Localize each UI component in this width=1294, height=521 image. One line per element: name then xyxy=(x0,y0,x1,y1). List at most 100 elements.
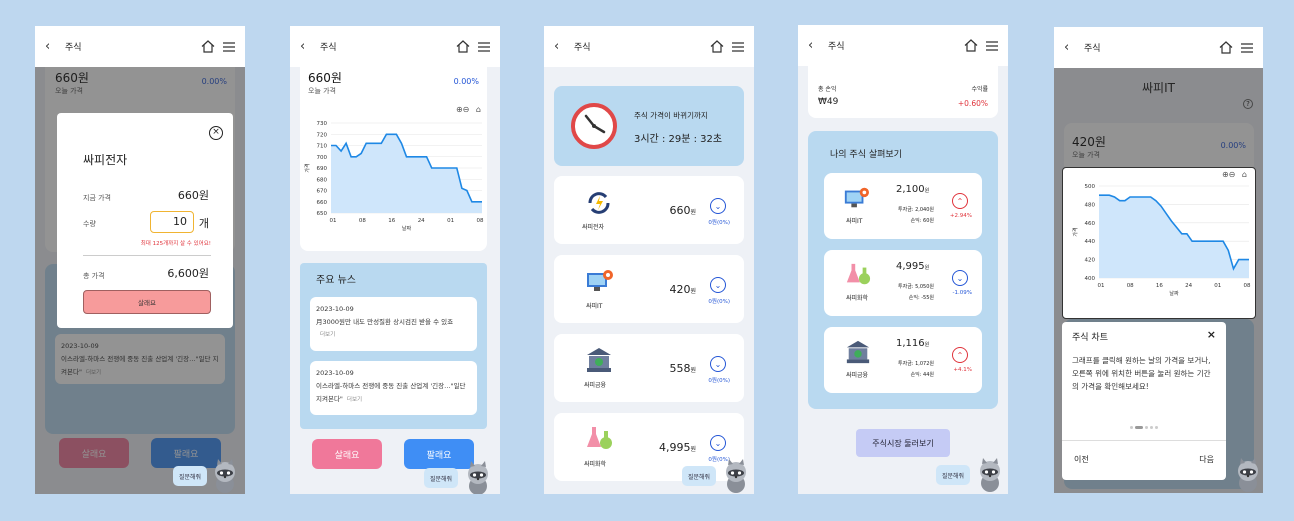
x-axis-label: 날짜 xyxy=(1169,290,1179,297)
menu-icon[interactable] xyxy=(1241,42,1253,53)
back-icon[interactable]: ‹ xyxy=(808,38,824,53)
holding-invest: 투자금: 1,072원 xyxy=(898,361,934,367)
holding-price: 2,100원 xyxy=(896,184,929,195)
menu-icon[interactable] xyxy=(478,41,490,52)
holding-name: 싸피금융 xyxy=(846,372,869,379)
countdown-hours: 3시간 xyxy=(634,134,659,145)
stock-name: 싸피금융 xyxy=(584,382,607,389)
my-stocks-section: 나의 주식 살펴보기 싸피IT 2,100원 투자금: 2,040원 손익: 6… xyxy=(808,131,998,409)
it-computer-icon xyxy=(587,270,613,291)
stock-price: 660원 xyxy=(669,204,696,217)
screen-buy-modal: ‹ 주식 660원 오늘 가격 0.00% 2023-10-09 이스라엘-하마… xyxy=(35,26,245,494)
y-axis-label: 가격 xyxy=(304,163,311,172)
close-icon[interactable]: × xyxy=(1207,328,1216,341)
menu-icon[interactable] xyxy=(986,40,998,51)
total-value: 6,600원 xyxy=(167,267,209,280)
app-header: ‹ 주식 xyxy=(798,25,1008,66)
back-icon[interactable]: ‹ xyxy=(554,39,570,54)
help-button[interactable]: 질문해줘 xyxy=(173,466,207,486)
holding-card[interactable]: 싸피화학 4,995원 투자금: 5,050원 손익: -55원 ⌄ -1.09… xyxy=(824,250,982,316)
home-icon[interactable] xyxy=(710,40,724,53)
close-icon[interactable]: × xyxy=(209,126,223,140)
raccoon-mascot-icon xyxy=(468,461,488,494)
stock-row[interactable]: 싸피IT 420원 ⌄ 0원(0%) xyxy=(554,255,744,323)
more-link[interactable]: 더보기 xyxy=(347,397,362,403)
reset-home-icon[interactable]: ⌂ xyxy=(1242,170,1247,179)
holding-name: 싸피화학 xyxy=(846,295,869,302)
back-icon[interactable]: ‹ xyxy=(300,39,316,54)
home-icon[interactable] xyxy=(456,40,470,53)
tooltip-text: 그래프를 클릭해 원하는 날의 가격을 보거나, 오른쪽 위에 위치한 버튼을 … xyxy=(1072,356,1211,391)
prev-button[interactable]: 이전 xyxy=(1074,454,1089,465)
help-button[interactable]: 질문해줘 xyxy=(682,466,716,486)
zoom-in-icon[interactable]: ⊕ xyxy=(1222,170,1229,179)
timer-title: 주식 가격이 바뀌기까지 xyxy=(634,111,708,120)
page-title: 주식 xyxy=(1084,44,1101,54)
pagination-dots xyxy=(1062,426,1226,429)
news-item[interactable]: 2023-10-09 이스라엘-하마스 전쟁에 중동 진출 산업계 '긴장…"일… xyxy=(310,361,477,415)
return-value: +0.60% xyxy=(957,99,988,108)
expand-chevron-icon[interactable]: ⌄ xyxy=(710,356,726,372)
y-tick-label: 460 xyxy=(1085,221,1096,227)
holding-card[interactable]: 싸피IT 2,100원 투자금: 2,040원 손익: 60원 ⌃ +2.94% xyxy=(824,173,982,239)
app-header: ‹ 주식 xyxy=(1054,27,1263,68)
collapse-chevron-icon[interactable]: ⌃ xyxy=(952,347,968,363)
confirm-buy-button[interactable]: 살래요 xyxy=(83,290,211,314)
home-icon[interactable] xyxy=(201,40,215,53)
reset-home-icon[interactable]: ⌂ xyxy=(476,105,481,114)
home-icon[interactable] xyxy=(964,39,978,52)
holding-profit: 손익: 44원 xyxy=(910,372,934,378)
page-title: 주식 xyxy=(574,43,591,53)
stock-price: 420원 xyxy=(669,283,696,296)
price-chart[interactable]: 400 420 440 460 480 500 01 08 16 24 01 08 날짜 가격 xyxy=(1063,180,1254,318)
current-price: 660원 xyxy=(308,71,342,85)
help-button[interactable]: 질문해줘 xyxy=(936,465,970,485)
zoom-out-icon[interactable]: ⊖ xyxy=(463,105,470,114)
x-tick-label: 08 xyxy=(359,218,366,224)
home-icon[interactable] xyxy=(1219,41,1233,54)
expand-chevron-icon[interactable]: ⌄ xyxy=(710,435,726,451)
y-tick-label: 660 xyxy=(317,200,328,206)
news-item[interactable]: 2023-10-09 月3000원만 내도 만성질환 상시검진 받을 수 있죠 … xyxy=(310,297,477,351)
buy-modal: × 싸피전자 지금 가격 660원 수량 10 개 최대 125개까지 살 수 … xyxy=(57,113,233,328)
divider xyxy=(1062,440,1226,441)
chart-zoom-controls: ⊕⊖ ⌂ xyxy=(1222,170,1247,179)
screen-stock-detail: ‹ 주식 660원 오늘 가격 0.00% ⊕⊖ ⌂ 650 660 670 680 6… xyxy=(290,26,500,494)
expand-chevron-icon[interactable]: ⌄ xyxy=(952,270,968,286)
y-tick-label: 700 xyxy=(317,155,328,161)
menu-icon[interactable] xyxy=(732,41,744,52)
news-section: 주요 뉴스 2023-10-09 月3000원만 내도 만성질환 상시검진 받을… xyxy=(300,263,487,429)
stock-row[interactable]: 싸피금융 558원 ⌄ 0원(0%) xyxy=(554,334,744,402)
y-tick-label: 720 xyxy=(317,132,328,138)
holding-card[interactable]: 싸피금융 1,116원 투자금: 1,072원 손익: 44원 ⌃ +4.1% xyxy=(824,327,982,393)
quantity-input[interactable]: 10 xyxy=(150,211,194,233)
countdown-seconds: 32초 xyxy=(700,134,723,145)
back-icon[interactable]: ‹ xyxy=(1064,40,1080,55)
app-header: ‹ 주식 xyxy=(544,26,754,67)
stock-row[interactable]: 싸피전자 660원 ⌄ 0원(0%) xyxy=(554,176,744,244)
browse-market-button[interactable]: 주식시장 둘러보기 xyxy=(856,429,950,457)
price-caption: 오늘 가격 xyxy=(308,87,336,95)
help-button[interactable]: 질문해줘 xyxy=(424,468,458,488)
expand-chevron-icon[interactable]: ⌄ xyxy=(710,277,726,293)
holding-pct: +4.1% xyxy=(953,367,972,373)
price-chart[interactable]: 650 660 670 680 690 700 710 720 730 01 08 16 24 01 08 날… xyxy=(300,117,487,245)
back-icon[interactable]: ‹ xyxy=(45,39,61,54)
collapse-chevron-icon[interactable]: ⌃ xyxy=(952,193,968,209)
screen-chart-tutorial: ‹ 주식 싸피IT ? 420원 오늘 가격 0.00% ⊕⊖ ⌂ 400420… xyxy=(1054,27,1263,493)
refresh-chip-icon xyxy=(588,192,610,214)
expand-chevron-icon[interactable]: ⌄ xyxy=(710,198,726,214)
dot xyxy=(1150,426,1153,429)
zoom-out-icon[interactable]: ⊖ xyxy=(1229,170,1236,179)
menu-icon[interactable] xyxy=(223,41,235,52)
buy-button[interactable]: 살래요 xyxy=(312,439,382,469)
x-tick-label: 16 xyxy=(1156,283,1163,289)
quantity-value: 10 xyxy=(173,215,187,228)
bank-icon xyxy=(846,340,870,364)
more-link[interactable]: 더보기 xyxy=(320,329,471,342)
next-button[interactable]: 다음 xyxy=(1199,454,1214,465)
price-value: 558 xyxy=(669,362,691,375)
zoom-in-icon[interactable]: ⊕ xyxy=(456,105,463,114)
price-value: 4,995 xyxy=(658,441,691,454)
y-axis-label: 가격 xyxy=(1072,227,1079,236)
